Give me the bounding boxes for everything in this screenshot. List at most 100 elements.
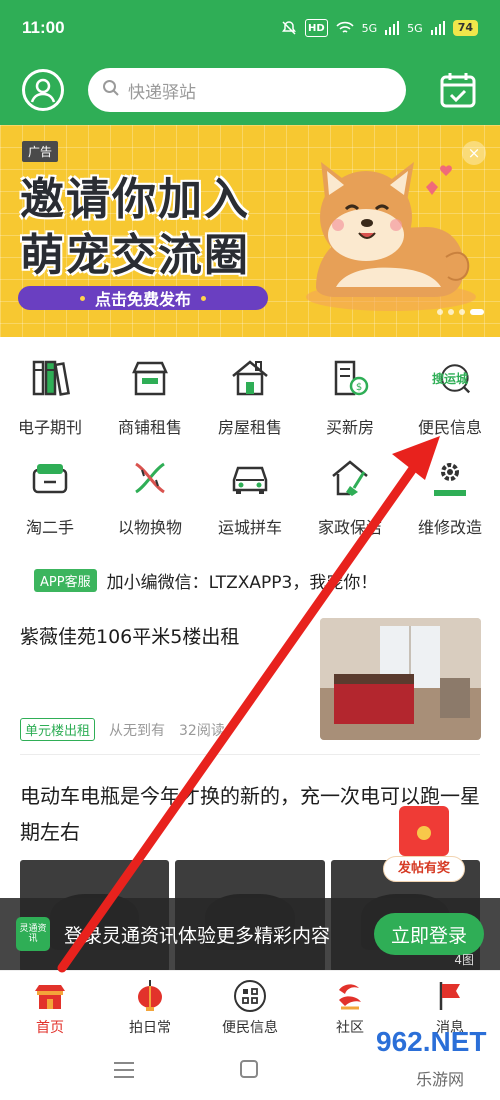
banner-pager	[437, 309, 484, 315]
grid-label: 家政保洁	[317, 518, 382, 537]
grid-item-convenience[interactable]: 搜运城 便民信息	[400, 348, 500, 448]
nav-label: 首页	[36, 1020, 64, 1036]
banner-headline-line1: 邀请你加入	[20, 174, 250, 225]
nav-label: 拍日常	[129, 1020, 171, 1036]
grid-item-carpool[interactable]: 运城拼车	[200, 448, 300, 548]
login-button[interactable]: 立即登录	[374, 913, 484, 955]
svg-text:$: $	[356, 382, 362, 393]
pager-dot-active	[470, 309, 484, 315]
house-broom-icon	[326, 454, 374, 502]
repair-gear-icon	[426, 454, 474, 502]
house-icon	[226, 354, 274, 402]
service-grid: 电子期刊 商铺租售 房屋租售 $ 买新房 搜运城 便民信息 淘二手 以物换物 运…	[0, 348, 500, 548]
shop-icon	[126, 354, 174, 402]
cta-dot-left	[79, 295, 85, 301]
lantern-icon	[133, 979, 167, 1013]
shopping-basket-icon	[26, 454, 74, 502]
pager-dot	[437, 309, 443, 315]
news-source: 从无到有	[109, 722, 166, 739]
search-placeholder: 快递驿站	[128, 82, 196, 103]
grid-label: 商铺租售	[117, 418, 182, 437]
wifi-icon	[336, 19, 354, 37]
grid-label: 以物换物	[117, 518, 182, 537]
nav-item-home[interactable]: 首页	[0, 971, 100, 1042]
news-thumbnail	[320, 618, 481, 740]
recent-apps-icon[interactable]	[114, 1062, 134, 1078]
grid-item-shop[interactable]: 商铺租售	[100, 348, 200, 448]
home-square-icon[interactable]	[240, 1060, 258, 1078]
signal-5g-label: 5G	[361, 21, 378, 35]
banner-headline-line2: 萌宠交流圈	[20, 230, 250, 281]
watermark-main: 962.NET	[376, 1026, 487, 1057]
header-top-row: 快递驿站	[0, 62, 500, 118]
mute-bell-icon	[281, 19, 297, 37]
grid-item-ebook[interactable]: 电子期刊	[0, 348, 100, 448]
home-palace-icon	[33, 979, 67, 1013]
news-category-tag: 单元楼出租	[20, 718, 96, 741]
grid-label: 淘二手	[25, 518, 74, 537]
news-meta: 单元楼出租 从无到有 32阅读	[20, 718, 225, 741]
news-title: 紫薇佳苑106平米5楼出租	[20, 626, 240, 648]
nav-item-convenience[interactable]: 便民信息	[200, 971, 300, 1042]
flag-icon	[433, 979, 467, 1013]
battery-indicator: 74	[452, 20, 478, 36]
login-prompt-bar: 灵通资讯 登录灵通资讯体验更多精彩内容 立即登录	[0, 898, 500, 970]
banner-cta-label: 点击免费发布	[94, 290, 191, 309]
red-envelope-icon	[399, 806, 449, 856]
grid-item-repair[interactable]: 维修改造	[400, 448, 500, 548]
signal-bars-icon-2	[430, 19, 445, 37]
grid-label: 运城拼车	[217, 518, 282, 537]
status-icons: HD 5G 5G 74	[281, 19, 478, 37]
cta-dot-right	[201, 295, 206, 301]
notice-text: 加小编微信：LTZXAPP3，我宠你！	[106, 573, 378, 593]
signal-bars-icon	[385, 19, 400, 37]
grid-circle-icon	[233, 979, 267, 1013]
grid-item-housekeeping[interactable]: 家政保洁	[300, 448, 400, 548]
calendar-check-icon[interactable]	[438, 70, 478, 110]
service-notice[interactable]: APP客服 加小编微信：LTZXAPP3，我宠你！	[34, 568, 377, 593]
grid-label: 维修改造	[417, 518, 482, 537]
site-watermark: 962.NET 乐游网	[360, 1026, 500, 1096]
login-prompt-text: 登录灵通资讯体验更多精彩内容	[64, 924, 331, 947]
app-header: 11:00 HD 5G 5G 74 快递驿站	[0, 0, 500, 125]
search-icon	[102, 79, 120, 101]
status-time: 11:00	[22, 18, 65, 37]
grid-item-exchange[interactable]: 以物换物	[100, 448, 200, 548]
post-reward-button[interactable]: 发帖有奖	[383, 806, 465, 884]
search-bar[interactable]: 快递驿站	[88, 68, 406, 112]
user-avatar-icon[interactable]	[22, 69, 64, 111]
app-screen: 11:00 HD 5G 5G 74 快递驿站 广告 × 邀请你加入 萌宠交流圈 …	[0, 0, 500, 1100]
app-logo: 灵通资讯	[16, 917, 50, 951]
pager-dot	[459, 309, 465, 315]
watermark-sub: 乐游网	[416, 1070, 465, 1089]
search-yuncheng-icon: 搜运城	[426, 354, 474, 402]
grid-item-second-hand[interactable]: 淘二手	[0, 448, 100, 548]
banner-cta-button[interactable]: 点击免费发布	[18, 286, 268, 310]
community-icon	[333, 979, 367, 1013]
post-reward-label: 发帖有奖	[383, 856, 465, 882]
status-bar: 11:00 HD 5G 5G 74	[0, 0, 500, 56]
grid-item-new-house[interactable]: $ 买新房	[300, 348, 400, 448]
pager-dot	[448, 309, 454, 315]
news-reads: 32阅读	[179, 722, 225, 739]
building-money-icon: $	[326, 354, 374, 402]
exchange-icon	[126, 454, 174, 502]
notice-tag: APP客服	[34, 569, 97, 592]
grid-item-house[interactable]: 房屋租售	[200, 348, 300, 448]
search-logo-text: 搜运城	[432, 371, 468, 386]
ad-tag: 广告	[22, 141, 59, 162]
car-icon	[226, 454, 274, 502]
grid-label: 便民信息	[417, 418, 482, 437]
grid-label: 房屋租售	[217, 418, 282, 437]
signal-5g-label-2: 5G	[407, 21, 423, 35]
list-divider	[20, 754, 480, 755]
nav-label: 便民信息	[222, 1020, 278, 1036]
shiba-dog-illustration	[296, 147, 476, 321]
news-item[interactable]: 紫薇佳苑106平米5楼出租 单元楼出租 从无到有 32阅读	[0, 610, 500, 750]
image-count: 4图	[454, 953, 474, 967]
nav-item-daily[interactable]: 拍日常	[100, 971, 200, 1042]
books-icon	[26, 354, 74, 402]
ad-banner[interactable]: 广告 × 邀请你加入 萌宠交流圈 点击免费发布	[0, 125, 500, 337]
grid-label: 买新房	[325, 418, 374, 437]
grid-label: 电子期刊	[17, 418, 82, 437]
